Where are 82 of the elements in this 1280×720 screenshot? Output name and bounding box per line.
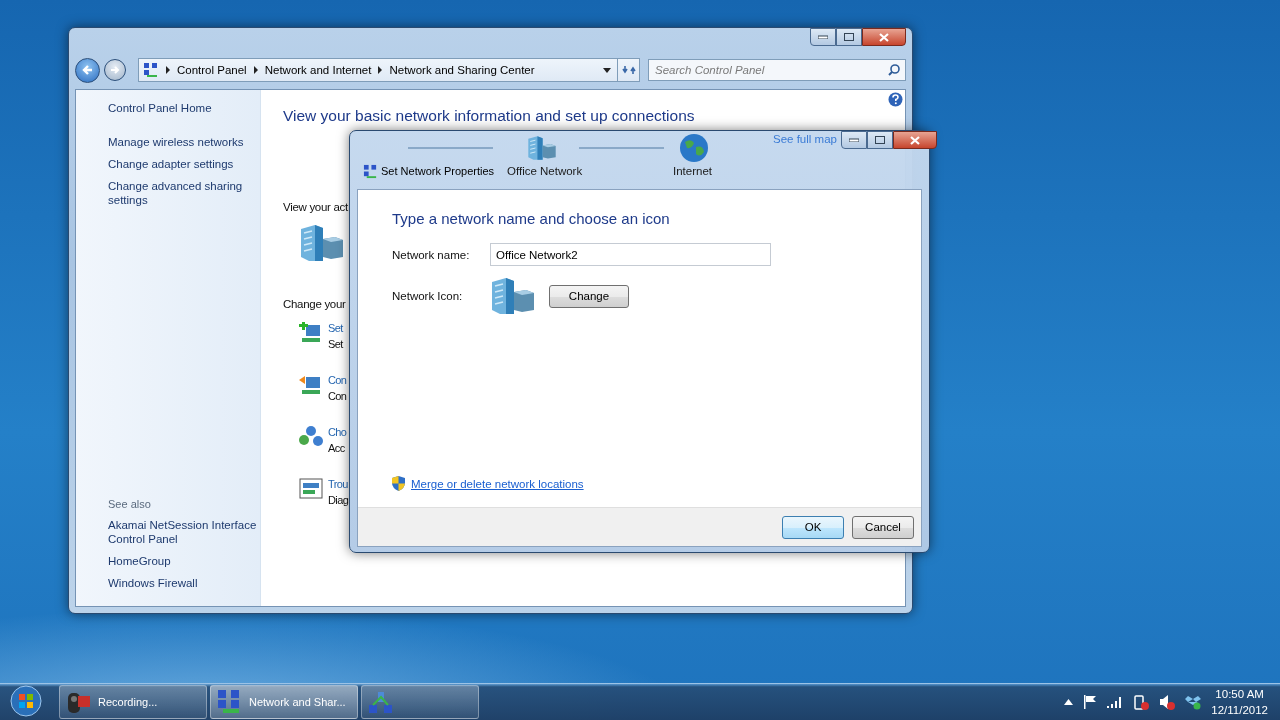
close-icon — [910, 135, 920, 145]
minimize-button[interactable] — [810, 28, 836, 46]
homegroup-icon — [299, 426, 323, 448]
task-description: Acc — [328, 442, 345, 454]
back-icon — [81, 64, 94, 76]
field-label: Network Icon: — [392, 290, 464, 302]
task-description: Con — [328, 390, 347, 402]
network-icon — [363, 164, 378, 179]
network-name-field[interactable]: Office Network2 — [490, 243, 771, 266]
sidebar-link[interactable]: Change advanced sharing settings — [108, 179, 260, 207]
maximize-icon — [844, 33, 854, 41]
ok-button[interactable]: OK — [782, 515, 844, 539]
sidebar-link[interactable]: Control Panel Home — [108, 101, 260, 115]
battery-icon[interactable] — [1133, 694, 1150, 710]
task-link[interactable]: Trou — [328, 478, 348, 490]
cancel-button[interactable]: Cancel — [852, 515, 914, 539]
close-button[interactable] — [893, 131, 937, 149]
refresh-icon — [621, 64, 636, 76]
shield-icon — [392, 476, 405, 491]
chevron-icon — [165, 66, 171, 74]
breadcrumb[interactable]: Network and Internet — [264, 64, 372, 76]
task-description: Set — [328, 338, 343, 350]
dialog-heading: Type a network name and choose an icon — [392, 210, 671, 227]
network-add-icon — [299, 322, 323, 344]
clock-date[interactable]: 12/11/2012 — [1211, 702, 1268, 718]
help-icon[interactable] — [888, 92, 903, 107]
page-heading: View your basic network information and set up connections — [283, 107, 696, 125]
troubleshoot-icon — [299, 478, 323, 500]
task-link[interactable]: Set — [328, 322, 343, 334]
speaker-muted-icon[interactable] — [1159, 694, 1176, 710]
show-hidden-icons-icon[interactable] — [1064, 699, 1074, 705]
address-bar[interactable]: Control Panel Network and Internet Network and Sharing Center — [138, 58, 640, 82]
minimize-icon — [818, 35, 828, 39]
network-icon — [143, 62, 159, 78]
change-button[interactable]: Change — [549, 284, 629, 308]
section-heading: Change your — [283, 298, 346, 310]
dialog-title: Set Network Properties — [381, 165, 495, 177]
maximize-icon — [875, 136, 885, 144]
network-connect-icon — [299, 374, 323, 396]
close-button[interactable] — [862, 28, 906, 46]
breadcrumb[interactable]: Control Panel — [177, 64, 247, 76]
sidebar-link[interactable]: HomeGroup — [108, 554, 260, 568]
breadcrumb[interactable]: Network and Sharing Center — [389, 64, 535, 76]
see-also-heading: See also — [108, 498, 152, 510]
network-building-icon — [490, 278, 536, 314]
map-node-label: Internet — [673, 165, 712, 177]
network-building-icon — [299, 225, 345, 261]
close-icon — [879, 32, 889, 42]
chevron-icon — [252, 66, 259, 74]
map-node-label: Office Network — [507, 165, 583, 177]
signal-icon[interactable] — [1107, 696, 1124, 708]
clock-time[interactable]: 10:50 AM — [1215, 686, 1264, 702]
search-icon — [888, 64, 900, 76]
search-field[interactable]: Search Control Panel — [648, 59, 906, 81]
taskbar-button[interactable]: Network and Shar... — [210, 685, 358, 719]
sidebar-link[interactable]: Change adapter settings — [108, 157, 260, 171]
taskbar-button[interactable]: Recording... — [59, 685, 207, 719]
taskbar-button[interactable] — [361, 685, 479, 719]
sidebar-link[interactable]: Windows Firewall — [108, 576, 260, 590]
sidebar-link[interactable]: Akamai NetSession Interface Control Panel — [108, 518, 260, 546]
forward-button[interactable] — [104, 59, 126, 81]
globe-icon — [679, 133, 709, 163]
minimize-icon — [849, 138, 859, 142]
box-icon[interactable] — [1185, 694, 1202, 710]
forward-icon — [110, 65, 120, 75]
refresh-button[interactable] — [617, 59, 639, 81]
dropdown-icon[interactable] — [603, 67, 611, 73]
sidebar-link[interactable]: Manage wireless networks — [108, 135, 260, 149]
field-label: Network name: — [392, 248, 471, 261]
task-description: Diag — [328, 494, 349, 506]
chevron-icon — [377, 66, 384, 74]
task-link[interactable]: Cho — [328, 426, 347, 438]
flag-icon[interactable] — [1083, 695, 1098, 709]
section-heading: View your act — [283, 201, 348, 213]
back-button[interactable] — [75, 57, 100, 83]
merge-locations-link[interactable]: Merge or delete network locations — [411, 477, 584, 490]
maximize-button[interactable] — [836, 28, 862, 46]
network-icon — [368, 689, 394, 715]
task-link[interactable]: Con — [328, 374, 347, 386]
network-building-icon — [527, 136, 557, 160]
maximize-button[interactable] — [867, 131, 893, 149]
minimize-button[interactable] — [841, 131, 867, 149]
